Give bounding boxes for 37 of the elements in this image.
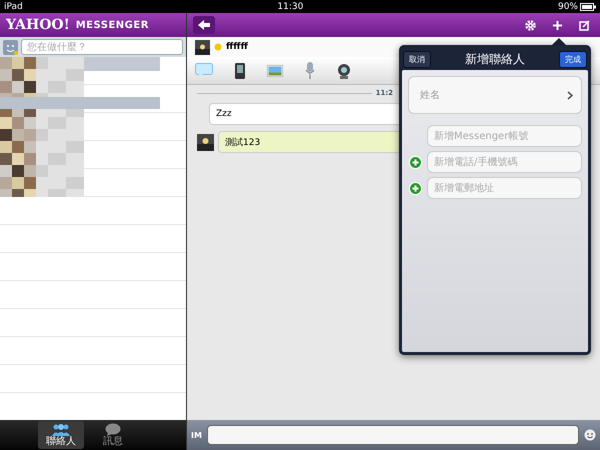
chevron-icon [567, 90, 573, 100]
status-field[interactable]: 您在做什麼？ [21, 39, 183, 55]
brand-logo: YAHOO! [6, 17, 70, 33]
phone-icon[interactable] [235, 62, 245, 78]
add-icon[interactable] [408, 156, 422, 168]
input-field[interactable]: 新增Messenger帳號 [427, 125, 582, 147]
input-field[interactable]: 新增電話/手機號碼 [427, 151, 582, 173]
compose-icon[interactable] [579, 20, 590, 30]
plus-icon[interactable] [552, 20, 563, 30]
image-icon[interactable] [267, 64, 283, 76]
contact-name: ffffff [226, 42, 248, 52]
back-button[interactable] [193, 16, 215, 34]
tab[interactable]: 訊息 [90, 421, 136, 449]
im-mode-label[interactable]: IM [191, 430, 202, 440]
add-icon[interactable] [408, 182, 422, 194]
smiley-icon[interactable] [584, 429, 596, 441]
status-dot-icon [214, 43, 222, 51]
people-icon [51, 423, 71, 436]
done-button[interactable]: 完成 [559, 50, 587, 68]
carrier-text: iPad [4, 2, 23, 12]
avatar-icon [3, 40, 18, 54]
speech-bubble-icon [105, 423, 121, 436]
product-name: MESSENGER [76, 20, 149, 30]
avatar-icon [195, 40, 210, 54]
battery-text: 90% [558, 2, 578, 12]
cancel-button[interactable]: 取消 [403, 50, 431, 68]
popover-title: 新增聯絡人 [465, 50, 525, 68]
input-field[interactable]: 新增電郵地址 [427, 177, 582, 199]
battery-icon [580, 2, 596, 10]
message-input[interactable] [206, 425, 579, 445]
clock-text: 11:30 [277, 2, 304, 12]
tab[interactable]: 聯絡人 [38, 421, 84, 449]
back-arrow-icon [198, 20, 210, 30]
webcam-icon[interactable] [337, 62, 351, 78]
settings-icon[interactable] [525, 20, 536, 30]
microphone-icon[interactable] [305, 62, 315, 80]
avatar-icon [197, 134, 214, 150]
